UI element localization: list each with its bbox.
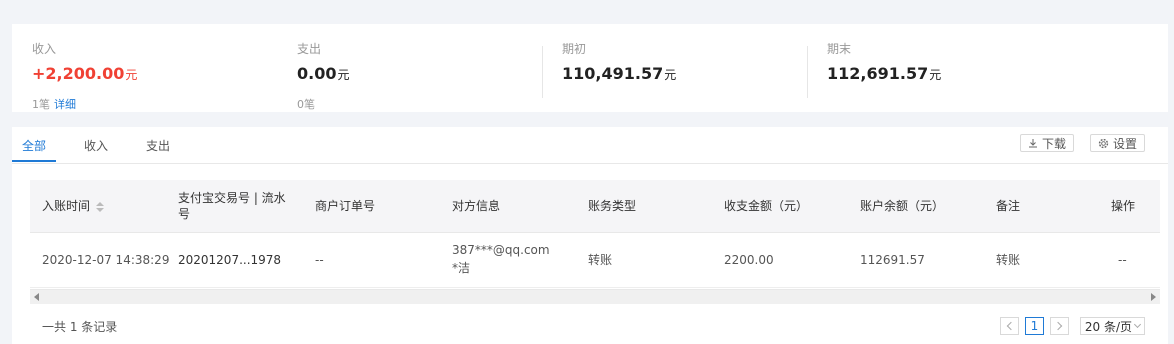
closing-value: 112,691.57元: [827, 64, 942, 83]
next-page-button[interactable]: [1050, 317, 1069, 335]
cell-amount: 2200.00: [724, 253, 774, 267]
tab-income[interactable]: 收入: [84, 137, 108, 154]
chevron-down-icon: [1134, 320, 1142, 329]
cell-counterparty-name: *洁: [452, 261, 471, 275]
income-label: 收入: [32, 42, 57, 56]
cell-balance: 112691.57: [860, 253, 925, 267]
column-order-no: 商户订单号: [315, 199, 376, 213]
sort-icon[interactable]: [96, 201, 105, 212]
expense-value: 0.00元: [297, 64, 350, 83]
column-balance: 账户余额（元）: [860, 199, 945, 213]
prev-page-button[interactable]: [1000, 317, 1019, 335]
column-remark: 备注: [996, 199, 1021, 213]
chevron-left-icon: [1006, 321, 1016, 331]
scroll-right-icon[interactable]: [1151, 293, 1156, 301]
page-size-select[interactable]: 20 条/页: [1080, 317, 1145, 335]
table-header: 入账时间 支付宝交易号 | 流水号 商户订单号 对方信息 账务类型 收支金额（元…: [30, 180, 1160, 233]
expense-label: 支出: [297, 42, 322, 56]
chevron-right-icon: [1053, 321, 1063, 331]
total-records: 一共 1 条记录: [42, 320, 118, 334]
active-tab-indicator: [12, 160, 56, 162]
tab-all[interactable]: 全部: [22, 137, 46, 154]
column-trade-no: 支付宝交易号 | 流水号: [178, 191, 286, 221]
cell-time: 2020-12-07 14:38:29: [42, 253, 170, 267]
cell-counterparty-account: 387***@qq.com: [452, 243, 550, 257]
opening-value: 110,491.57元: [562, 64, 677, 83]
cell-trade-no: 20201207...1978: [178, 253, 282, 267]
transactions-panel: 全部 收入 支出 下载 设置 入账时间 支付宝交易号 | 流水号 商户订单号 对…: [12, 127, 1168, 344]
divider: [542, 46, 543, 98]
horizontal-scrollbar[interactable]: [30, 289, 1160, 304]
tab-expense[interactable]: 支出: [146, 137, 170, 154]
opening-label: 期初: [562, 42, 587, 56]
income-value: +2,200.00元: [32, 64, 138, 83]
income-count: 1笔 详细: [32, 98, 76, 111]
cell-remark: 转账: [996, 253, 1021, 267]
page-number[interactable]: 1: [1025, 317, 1044, 335]
detail-link[interactable]: 详细: [54, 98, 76, 111]
closing-label: 期末: [827, 42, 852, 56]
column-type: 账务类型: [588, 199, 637, 213]
column-action: 操作: [1111, 199, 1136, 213]
column-counterparty: 对方信息: [452, 199, 501, 213]
divider: [807, 46, 808, 98]
summary-card: 收入 +2,200.00元 1笔 详细 支出 0.00元 0笔 期初 110,49…: [12, 24, 1168, 112]
cell-order-no: --: [315, 253, 324, 267]
column-amount: 收支金额（元）: [724, 199, 809, 213]
cell-action: --: [1118, 253, 1127, 267]
tab-bar: 全部 收入 支出 下载 设置: [12, 127, 1168, 164]
gear-icon: [1098, 138, 1109, 148]
expense-count: 0笔: [297, 98, 315, 111]
settings-button[interactable]: 设置: [1090, 134, 1146, 152]
download-icon: [1029, 139, 1037, 148]
table-row[interactable]: 2020-12-07 14:38:29 20201207...1978 -- 3…: [30, 233, 1160, 288]
cell-type: 转账: [588, 253, 613, 267]
download-button[interactable]: 下载: [1020, 134, 1075, 152]
scroll-left-icon[interactable]: [34, 293, 39, 301]
column-time[interactable]: 入账时间: [42, 198, 105, 214]
